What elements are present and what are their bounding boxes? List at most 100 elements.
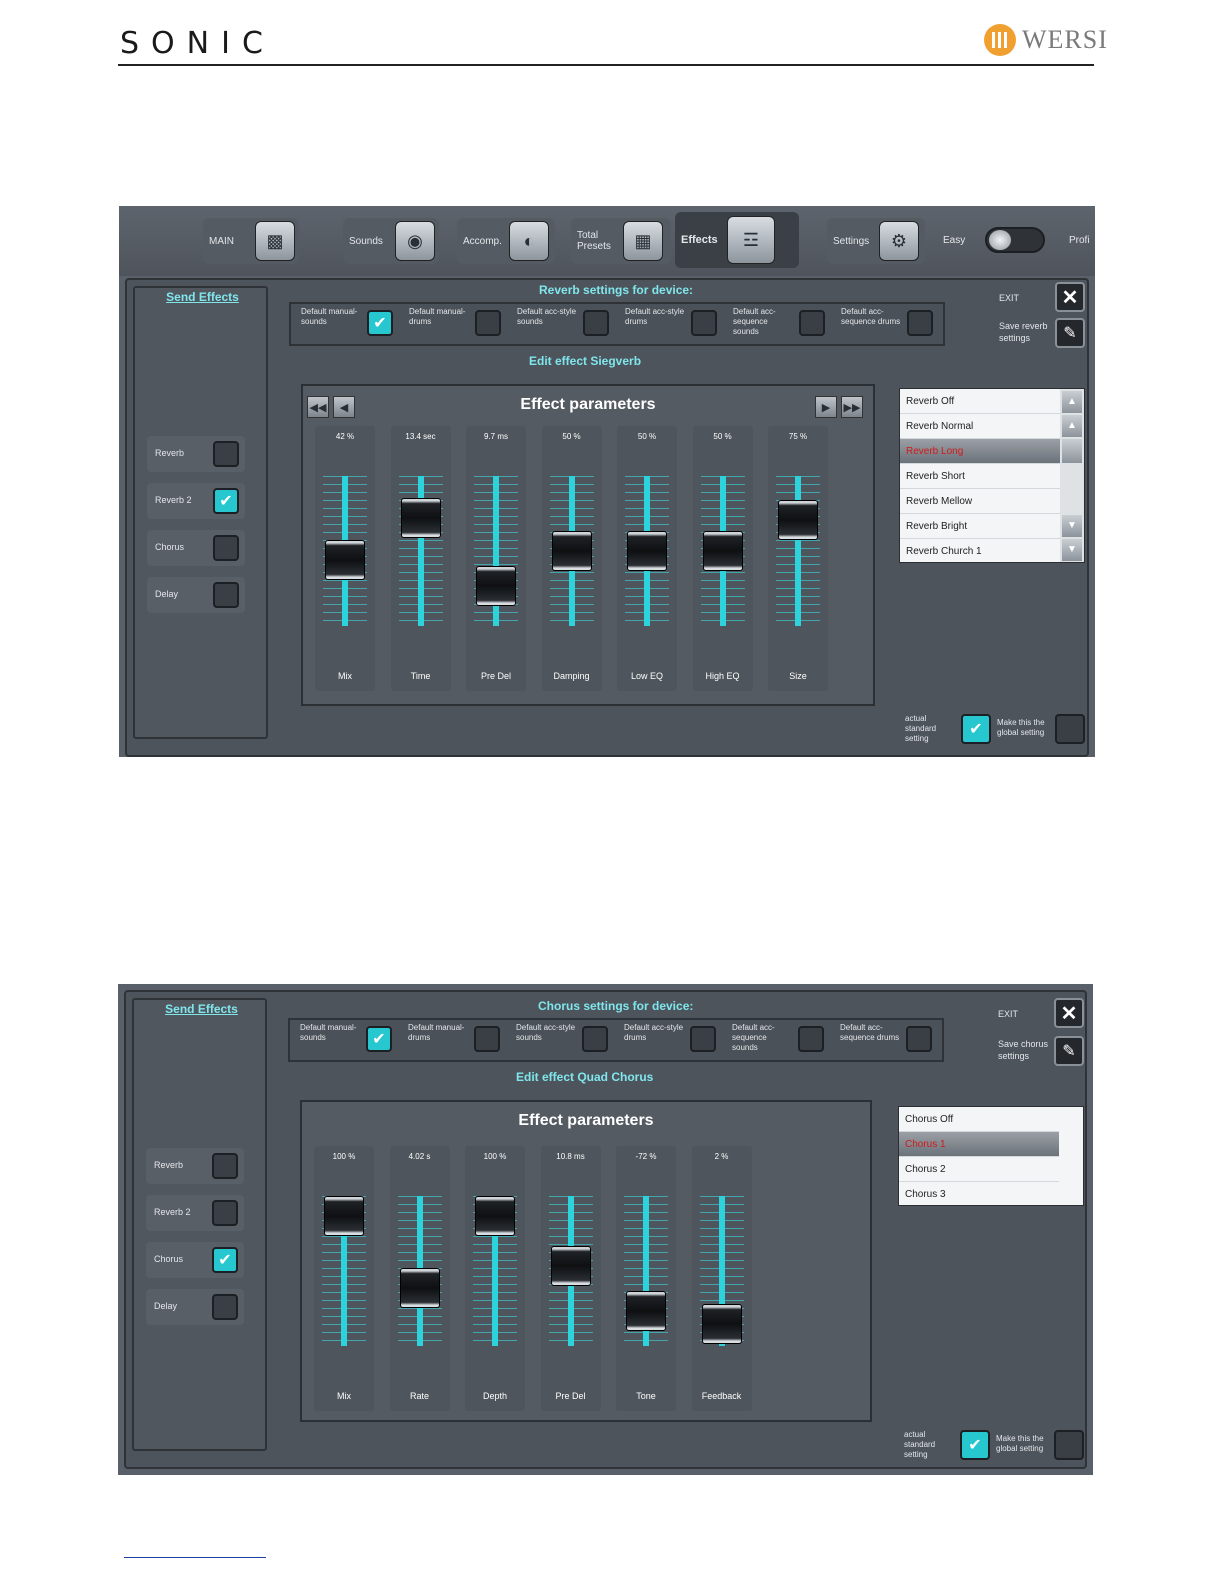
fader-depth[interactable]: 100 % Depth	[465, 1146, 525, 1411]
global-setting-checkbox[interactable]	[1054, 1430, 1084, 1460]
device-option-style-sounds[interactable]: Default acc-style sounds	[507, 306, 613, 342]
fader-handle[interactable]	[324, 1196, 364, 1236]
fader-pre-del[interactable]: 9.7 ms Pre Del	[466, 426, 526, 691]
fader-track[interactable]	[795, 476, 801, 626]
reverb-checkbox[interactable]	[213, 441, 239, 467]
global-setting-checkbox[interactable]	[1055, 714, 1085, 744]
device-option-style-drums[interactable]: Default acc-style drums	[615, 306, 721, 342]
nav-total-presets-button[interactable]: Total Presets ▦	[571, 218, 671, 264]
preset-item[interactable]: Chorus 1	[899, 1132, 1059, 1157]
style-drums-checkbox[interactable]	[691, 310, 717, 336]
fader-handle[interactable]	[325, 539, 365, 580]
next-page-button[interactable]: ▶	[815, 396, 837, 418]
toggle-knob[interactable]	[989, 230, 1011, 250]
scroll-down-button[interactable]: ▼	[1062, 515, 1082, 537]
exit-button[interactable]: ✕	[1055, 282, 1085, 312]
easy-profi-toggle[interactable]	[985, 227, 1045, 253]
sequence-drums-checkbox[interactable]	[907, 310, 933, 336]
save-chorus-button[interactable]: ✎	[1054, 1036, 1084, 1066]
fader-feedback[interactable]: 2 % Feedback	[691, 1146, 752, 1411]
fader-handle[interactable]	[626, 1290, 666, 1331]
manual-sounds-checkbox[interactable]: ✔	[366, 1026, 392, 1052]
chorus-checkbox[interactable]	[213, 535, 239, 561]
sequence-drums-checkbox[interactable]	[906, 1026, 932, 1052]
send-effect-reverb-2[interactable]: Reverb 2 ✔	[147, 483, 245, 519]
fader-handle[interactable]	[778, 500, 818, 541]
delay-checkbox[interactable]	[212, 1294, 238, 1320]
exit-button[interactable]: ✕	[1054, 998, 1084, 1028]
scroll-thumb[interactable]	[1062, 439, 1082, 463]
nav-settings-button[interactable]: Settings ⚙	[827, 218, 925, 264]
scroll-bottom-button[interactable]: ▼	[1062, 539, 1082, 561]
last-page-button[interactable]: ▶▶	[841, 396, 863, 418]
fader-mix[interactable]: 100 % Mix	[314, 1146, 374, 1411]
preset-item[interactable]: Reverb Mellow	[900, 489, 1060, 514]
fader-pre-del[interactable]: 10.8 ms Pre Del	[540, 1146, 601, 1411]
fader-time[interactable]: 13.4 sec Time	[390, 426, 451, 691]
fader-handle[interactable]	[701, 1303, 742, 1344]
preset-item[interactable]: Reverb Long	[900, 439, 1060, 464]
scroll-top-button[interactable]: ▲	[1062, 391, 1082, 413]
fader-tone[interactable]: -72 % Tone	[616, 1146, 676, 1411]
fader-rate[interactable]: 4.02 s Rate	[389, 1146, 450, 1411]
style-sounds-checkbox[interactable]	[582, 1026, 608, 1052]
send-effect-delay[interactable]: Delay	[147, 577, 245, 613]
manual-drums-checkbox[interactable]	[474, 1026, 500, 1052]
device-option-sequence-sounds[interactable]: Default acc-sequence sounds	[723, 306, 829, 342]
fader-handle[interactable]	[476, 566, 516, 607]
sequence-sounds-checkbox[interactable]	[799, 310, 825, 336]
device-option-sequence-sounds[interactable]: Default acc-sequence sounds	[722, 1022, 828, 1058]
send-effect-reverb[interactable]: Reverb	[147, 436, 245, 472]
first-page-button[interactable]: ◀◀	[307, 396, 329, 418]
device-option-manual-sounds[interactable]: Default manual-sounds ✔	[291, 306, 397, 342]
device-option-sequence-drums[interactable]: Default acc-sequence drums	[831, 306, 937, 342]
send-effect-chorus[interactable]: Chorus ✔	[146, 1242, 244, 1278]
delay-checkbox[interactable]	[213, 582, 239, 608]
nav-main-button[interactable]: MAIN ▩	[203, 218, 299, 264]
nav-effects-button[interactable]: Effects ☲	[675, 212, 799, 268]
fader-size[interactable]: 75 % Size	[768, 426, 828, 691]
preset-item[interactable]: Reverb Bright	[900, 514, 1060, 539]
fader-handle[interactable]	[551, 531, 592, 571]
fader-high-eq[interactable]: 50 % High EQ	[692, 426, 753, 691]
nav-sounds-button[interactable]: Sounds ◉	[343, 218, 439, 264]
device-option-manual-drums[interactable]: Default manual-drums	[398, 1022, 504, 1058]
reverb-checkbox[interactable]	[212, 1153, 238, 1179]
send-effect-reverb[interactable]: Reverb	[146, 1148, 244, 1184]
style-sounds-checkbox[interactable]	[583, 310, 609, 336]
preset-item[interactable]: Chorus 2	[899, 1157, 1059, 1182]
fader-handle[interactable]	[399, 1267, 440, 1308]
prev-page-button[interactable]: ◀	[333, 396, 355, 418]
preset-item[interactable]: Reverb Church 1	[900, 539, 1060, 562]
device-option-manual-drums[interactable]: Default manual-drums	[399, 306, 505, 342]
manual-sounds-checkbox[interactable]: ✔	[367, 310, 393, 336]
device-option-manual-sounds[interactable]: Default manual-sounds ✔	[290, 1022, 396, 1058]
preset-item[interactable]: Reverb Off	[900, 389, 1060, 414]
fader-handle[interactable]	[550, 1245, 591, 1286]
send-effect-chorus[interactable]: Chorus	[147, 530, 245, 566]
chorus-checkbox[interactable]: ✔	[212, 1247, 238, 1273]
actual-standard-checkbox[interactable]: ✔	[960, 1430, 990, 1460]
fader-mix[interactable]: 42 % Mix	[315, 426, 375, 691]
fader-handle[interactable]	[475, 1196, 515, 1236]
fader-damping[interactable]: 50 % Damping	[541, 426, 602, 691]
device-option-sequence-drums[interactable]: Default acc-sequence drums	[830, 1022, 936, 1058]
device-option-style-drums[interactable]: Default acc-style drums	[614, 1022, 720, 1058]
fader-handle[interactable]	[627, 531, 667, 571]
fader-handle[interactable]	[702, 531, 743, 571]
fader-handle[interactable]	[400, 498, 441, 538]
send-effect-reverb-2[interactable]: Reverb 2	[146, 1195, 244, 1231]
scroll-up-button[interactable]: ▲	[1062, 415, 1082, 437]
send-effect-delay[interactable]: Delay	[146, 1289, 244, 1325]
nav-accomp-button[interactable]: Accomp. ◐	[457, 218, 555, 264]
fader-low-eq[interactable]: 50 % Low EQ	[617, 426, 677, 691]
save-reverb-button[interactable]: ✎	[1055, 318, 1085, 348]
preset-scrollbar[interactable]: ▲ ▲ ▼ ▼	[1060, 389, 1084, 562]
manual-drums-checkbox[interactable]	[475, 310, 501, 336]
preset-item[interactable]: Chorus Off	[899, 1107, 1059, 1132]
reverb-2-checkbox[interactable]: ✔	[213, 488, 239, 514]
preset-item[interactable]: Chorus 3	[899, 1182, 1059, 1205]
device-option-style-sounds[interactable]: Default acc-style sounds	[506, 1022, 612, 1058]
actual-standard-checkbox[interactable]: ✔	[961, 714, 991, 744]
style-drums-checkbox[interactable]	[690, 1026, 716, 1052]
